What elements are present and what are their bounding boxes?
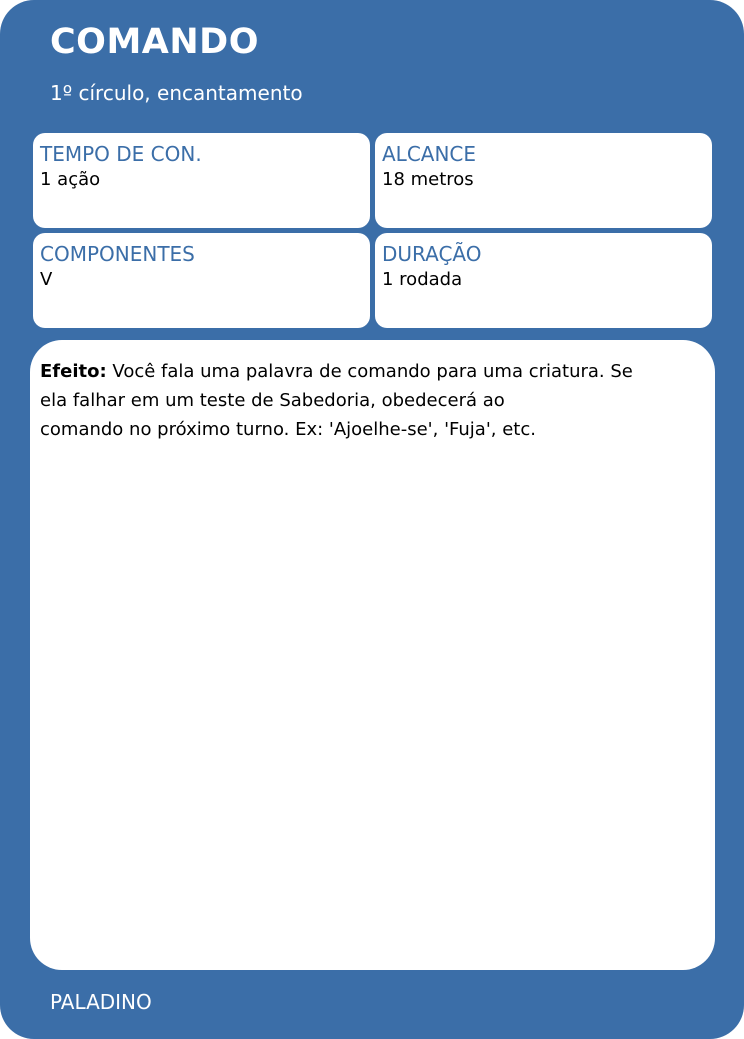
casting-time-value: 1 ação [40, 169, 101, 190]
range-label: ALCANCE [382, 142, 477, 166]
casting-time-label: TEMPO DE CON. [40, 142, 202, 166]
class-footer: PALADINO [50, 990, 152, 1014]
spell-card: COMANDO 1º círculo, encantamento TEMPO D… [0, 0, 744, 1039]
spell-subtitle: 1º círculo, encantamento [50, 81, 303, 105]
components-label: COMPONENTES [40, 242, 195, 266]
components-value: V [40, 269, 53, 290]
effect-text-1: Você fala uma palavra de comando para um… [106, 361, 633, 382]
duration-label: DURAÇÃO [382, 242, 482, 266]
spell-title: COMANDO [50, 22, 259, 62]
effect-line-1: Efeito: Você fala uma palavra de comando… [40, 357, 705, 386]
effect-line-3: comando no próximo turno. Ex: 'Ajoelhe-s… [40, 419, 536, 440]
range-value: 18 metros [382, 169, 474, 190]
effect-line-2: ela falhar em um teste de Sabedoria, obe… [40, 390, 505, 411]
components-box: COMPONENTES V [33, 233, 370, 328]
duration-box: DURAÇÃO 1 rodada [375, 233, 712, 328]
duration-value: 1 rodada [382, 269, 463, 290]
casting-time-box: TEMPO DE CON. 1 ação [33, 133, 370, 228]
range-box: ALCANCE 18 metros [375, 133, 712, 228]
effect-panel: Efeito: Você fala uma palavra de comando… [30, 340, 715, 970]
effect-label: Efeito: [40, 361, 107, 382]
